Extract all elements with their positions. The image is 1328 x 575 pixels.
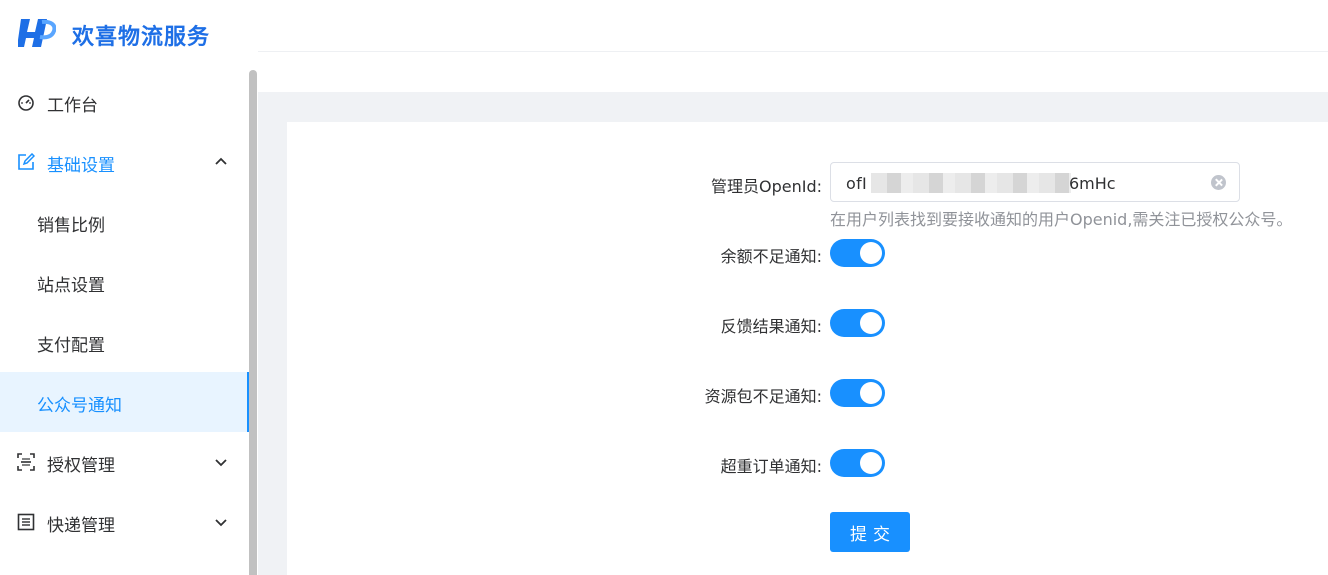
sidebar-scrollbar[interactable]	[249, 70, 257, 575]
sidebar-item-express-management[interactable]: 快递管理	[0, 492, 250, 552]
sidebar-item-label: 工作台	[47, 96, 98, 116]
chevron-up-icon	[215, 157, 227, 165]
switch-knob	[860, 452, 882, 474]
tags-bar	[258, 52, 1328, 92]
sidebar-item-auth-management[interactable]: 授权管理	[0, 432, 250, 492]
openid-label: 管理员OpenId:	[710, 177, 822, 196]
sidebar-menu: 工作台 基础设置 销售比例 站点设置 支付配置 公众号通知 授权管理 快递管理	[0, 72, 250, 552]
sidebar-item-label: 支付配置	[37, 336, 105, 356]
sidebar-item-dashboard[interactable]: 工作台	[0, 72, 250, 132]
sidebar-item-label: 销售比例	[37, 216, 105, 236]
sidebar-subitem-site-settings[interactable]: 站点设置	[0, 252, 250, 312]
openid-value-prefix: ofI	[846, 174, 868, 193]
top-header	[258, 0, 1328, 52]
sidebar-subitem-sales-ratio[interactable]: 销售比例	[0, 192, 250, 252]
dashboard-icon	[18, 95, 34, 111]
sidebar-item-label: 快递管理	[47, 516, 115, 536]
logo-icon	[18, 19, 56, 47]
sidebar-item-label: 公众号通知	[37, 396, 122, 416]
openid-input[interactable]: ofI 6mHc	[830, 162, 1240, 202]
openid-redacted-blur	[871, 173, 1071, 193]
sidebar-item-basic-settings[interactable]: 基础设置	[0, 132, 250, 192]
app-root: 欢喜物流服务 工作台 基础设置 销售比例 站点设置 支付配置 公众号通知 授权管…	[0, 0, 1328, 575]
sidebar-item-label: 基础设置	[47, 156, 115, 176]
edit-icon	[18, 153, 35, 170]
logo: 欢喜物流服务	[0, 0, 258, 67]
resource-notify-switch[interactable]	[830, 379, 885, 407]
feedback-notify-label: 反馈结果通知:	[720, 317, 822, 336]
feedback-notify-switch[interactable]	[830, 309, 885, 337]
sidebar-subitem-wechat-notify[interactable]: 公众号通知	[0, 372, 250, 432]
overweight-notify-switch[interactable]	[830, 449, 885, 477]
overweight-notify-label: 超重订单通知:	[720, 457, 822, 476]
clear-icon[interactable]	[1211, 175, 1226, 190]
sidebar-subitem-payment-config[interactable]: 支付配置	[0, 312, 250, 372]
sidebar-item-label: 站点设置	[37, 276, 105, 296]
list-icon	[17, 513, 35, 531]
sidebar: 欢喜物流服务 工作台 基础设置 销售比例 站点设置 支付配置 公众号通知 授权管…	[0, 0, 258, 575]
switch-knob	[860, 382, 882, 404]
scan-icon	[17, 453, 35, 471]
switch-knob	[860, 242, 882, 264]
balance-notify-switch[interactable]	[830, 239, 885, 267]
sidebar-item-label: 授权管理	[47, 456, 115, 476]
openid-value-suffix: 6mHc	[1069, 174, 1116, 193]
switch-knob	[860, 312, 882, 334]
submit-button[interactable]: 提交	[830, 512, 910, 552]
openid-hint: 在用户列表找到要接收通知的用户Openid,需关注已授权公众号。	[830, 210, 1293, 229]
chevron-down-icon	[215, 519, 227, 527]
resource-notify-label: 资源包不足通知:	[704, 387, 822, 406]
chevron-down-icon	[215, 459, 227, 467]
balance-notify-label: 余额不足通知:	[720, 247, 822, 266]
app-title: 欢喜物流服务	[72, 25, 211, 50]
